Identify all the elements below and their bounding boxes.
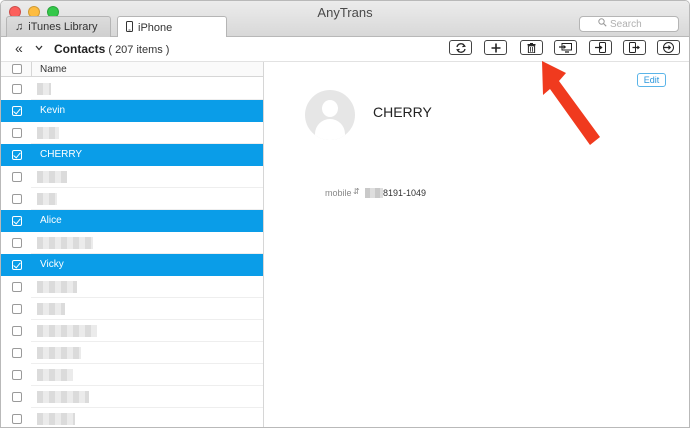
trash-icon [527, 42, 536, 53]
list-item[interactable]: Vicky [1, 254, 263, 276]
list-item[interactable] [1, 386, 263, 408]
redacted-name [37, 237, 93, 249]
redacted-name [37, 193, 57, 205]
field-type-chevron-icon[interactable]: ⇵ [353, 187, 360, 196]
row-checkbox[interactable] [12, 348, 22, 358]
to-device-icon [663, 42, 674, 53]
page-title-label: Contacts [54, 42, 106, 56]
contact-detail: Edit CHERRY mobile ⇵ 8191-1049 [265, 62, 689, 427]
page-title: Contacts( 207 items ) [54, 42, 169, 56]
to-computer-icon [559, 42, 572, 53]
edit-button[interactable]: Edit [637, 73, 666, 87]
list-item[interactable] [1, 320, 263, 342]
avatar [305, 90, 355, 140]
row-checkbox[interactable] [12, 194, 22, 204]
add-button[interactable] [484, 40, 507, 55]
redacted-name [37, 281, 77, 293]
collapse-sidebar-icon[interactable]: « [15, 40, 23, 56]
title-bar: AnyTrans ♫ iTunes Library iPhone Search [1, 1, 689, 38]
to-device-button[interactable] [657, 40, 680, 55]
redacted-name [37, 369, 73, 381]
redacted-name [37, 171, 67, 183]
app-window: AnyTrans ♫ iTunes Library iPhone Search … [0, 0, 690, 428]
export-button[interactable] [623, 40, 646, 55]
contact-list: Name Kevin CHERRY Alice Vicky [1, 62, 264, 427]
column-divider [31, 62, 32, 77]
select-all-checkbox[interactable] [12, 64, 22, 74]
iphone-icon [126, 20, 133, 35]
plus-icon [491, 43, 500, 52]
import-button[interactable] [589, 40, 612, 55]
avatar-body [315, 119, 345, 140]
tab-label: iPhone [138, 21, 173, 34]
chevron-down-icon[interactable] [35, 42, 43, 54]
redacted-name [37, 347, 81, 359]
contact-row-name: Kevin [40, 105, 66, 116]
redacted-name [37, 325, 97, 337]
row-checkbox[interactable] [12, 106, 22, 116]
row-checkbox[interactable] [12, 216, 22, 226]
row-checkbox[interactable] [12, 172, 22, 182]
item-count: ( 207 items ) [108, 44, 170, 56]
row-checkbox[interactable] [12, 260, 22, 270]
list-item[interactable] [1, 78, 263, 100]
row-checkbox[interactable] [12, 304, 22, 314]
row-checkbox[interactable] [12, 128, 22, 138]
annotation-arrow-icon [542, 61, 600, 145]
row-checkbox[interactable] [12, 150, 22, 160]
row-checkbox[interactable] [12, 238, 22, 248]
tab-itunes-library[interactable]: ♫ iTunes Library [6, 16, 111, 37]
delete-button[interactable] [520, 40, 543, 55]
redacted-name [37, 413, 75, 425]
tab-iphone[interactable]: iPhone [117, 16, 227, 38]
search-icon [598, 18, 607, 30]
phone-field-value[interactable]: 8191-1049 [383, 188, 426, 198]
to-computer-button[interactable] [554, 40, 577, 55]
avatar-head [322, 100, 338, 117]
music-note-icon: ♫ [15, 21, 24, 33]
contact-name: CHERRY [373, 104, 432, 120]
redacted-name [37, 127, 59, 139]
redacted-name [37, 83, 51, 95]
list-item[interactable] [1, 276, 263, 298]
row-checkbox[interactable] [12, 282, 22, 292]
contact-row-name: CHERRY [40, 149, 83, 160]
export-icon [629, 42, 640, 53]
redacted-name [37, 391, 89, 403]
list-item[interactable] [1, 364, 263, 386]
list-item[interactable]: Alice [1, 210, 263, 232]
tab-label: iTunes Library [28, 21, 98, 33]
row-checkbox[interactable] [12, 414, 22, 424]
search-input[interactable]: Search [579, 16, 679, 32]
list-item[interactable] [1, 342, 263, 364]
refresh-icon [455, 42, 466, 53]
import-icon [595, 42, 606, 53]
name-column-header[interactable]: Name [40, 64, 67, 75]
list-item[interactable] [1, 408, 263, 427]
list-item[interactable]: Kevin [1, 100, 263, 122]
list-item[interactable] [1, 166, 263, 188]
row-checkbox[interactable] [12, 370, 22, 380]
list-item[interactable] [1, 122, 263, 144]
list-item[interactable]: CHERRY [1, 144, 263, 166]
row-checkbox[interactable] [12, 326, 22, 336]
contact-row-name: Vicky [40, 259, 64, 270]
list-item[interactable] [1, 298, 263, 320]
redacted-phone-prefix [365, 188, 383, 198]
refresh-button[interactable] [449, 40, 472, 55]
row-checkbox[interactable] [12, 392, 22, 402]
list-item[interactable] [1, 188, 263, 210]
list-item[interactable] [1, 232, 263, 254]
contact-row-name: Alice [40, 215, 62, 226]
list-header: Name [1, 62, 263, 77]
row-checkbox[interactable] [12, 84, 22, 94]
redacted-name [37, 303, 65, 315]
phone-field-label[interactable]: mobile [325, 188, 352, 198]
search-placeholder: Search [610, 18, 642, 30]
